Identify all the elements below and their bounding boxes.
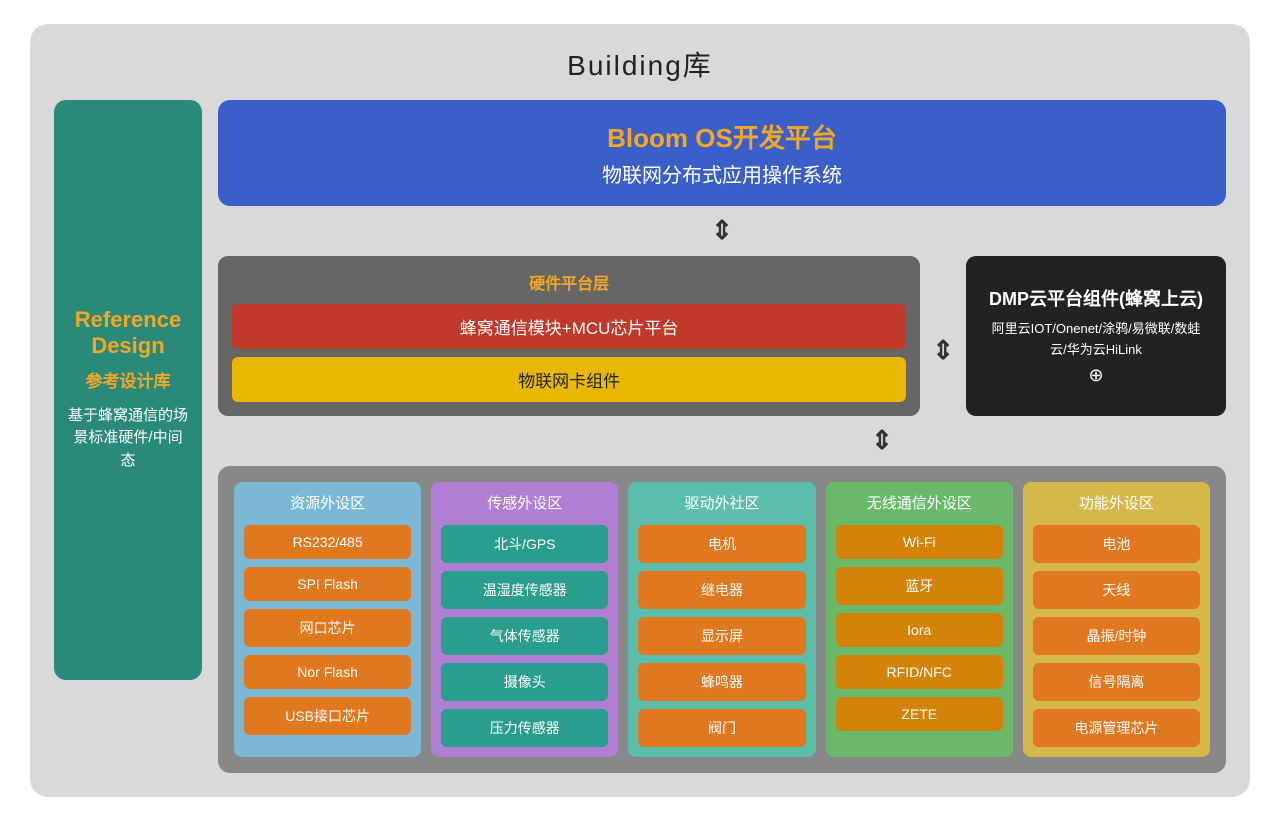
drive-item-2: 显示屏 [638,617,805,655]
sensor-header: 传感外设区 [441,492,608,513]
wireless-item-1: 蓝牙 [836,567,1003,605]
peripheral-col-wireless: 无线通信外设区 Wi-Fi 蓝牙 Iora RFID/NFC ZETE [826,482,1013,757]
sidebar-design-label: Design [91,333,164,359]
drive-item-1: 继电器 [638,571,805,609]
wireless-header: 无线通信外设区 [836,492,1003,513]
hardware-row-mcu: 蜂窝通信模块+MCU芯片平台 [232,304,906,349]
sensor-item-3: 摄像头 [441,663,608,701]
peripheral-col-function: 功能外设区 电池 天线 晶振/时钟 信号隔离 电源管理芯片 [1023,482,1210,757]
wireless-item-4: ZETE [836,697,1003,731]
left-sidebar: Reference Design 参考设计库 基于蜂窝通信的场景标准硬件/中间态 [54,100,202,680]
sensor-item-0: 北斗/GPS [441,525,608,563]
dmp-section: DMP云平台组件(蜂窝上云) 阿里云IOT/Onenet/涂鸦/易微联/数蛙云/… [966,256,1226,416]
outer-container: Building库 Reference Design 参考设计库 基于蜂窝通信的… [30,24,1250,797]
drive-item-3: 蜂鸣器 [638,663,805,701]
drive-header: 驱动外社区 [638,492,805,513]
resource-header: 资源外设区 [244,492,411,513]
resource-item-3: Nor Flash [244,655,411,689]
wireless-item-2: Iora [836,613,1003,647]
wireless-item-3: RFID/NFC [836,655,1003,689]
main-layout: Reference Design 参考设计库 基于蜂窝通信的场景标准硬件/中间态… [54,100,1226,773]
sidebar-reference-label: Reference [75,307,181,333]
connector-hardware-peripherals: ⇕ [218,428,1226,454]
dmp-subtitle: 阿里云IOT/Onenet/涂鸦/易微联/数蛙云/华为云HiLink [984,319,1208,361]
arrow-down-2: ⇕ [871,425,893,456]
sidebar-description: 基于蜂窝通信的场景标准硬件/中间态 [66,405,190,473]
connector-bloom-hardware: ⇕ [218,218,1226,244]
function-item-3: 信号隔离 [1033,663,1200,701]
function-item-1: 天线 [1033,571,1200,609]
arrow-horizontal: ⇕ [932,335,954,366]
bloom-os-subtitle: 物联网分布式应用操作系统 [238,159,1206,188]
peripherals-section: 资源外设区 RS232/485 SPI Flash 网口芯片 Nor Flash… [218,466,1226,773]
arrow-down-1: ⇕ [711,215,733,246]
sensor-item-2: 气体传感器 [441,617,608,655]
resource-item-4: USB接口芯片 [244,697,411,735]
resource-item-0: RS232/485 [244,525,411,559]
sidebar-subtitle-cn: 参考设计库 [86,369,171,395]
dmp-title: DMP云平台组件(蜂窝上云) [989,285,1203,311]
bloom-os-title: Bloom OS开发平台 [238,118,1206,155]
resource-item-2: 网口芯片 [244,609,411,647]
function-item-2: 晶振/时钟 [1033,617,1200,655]
hardware-title: 硬件平台层 [232,270,906,294]
hardware-section: 硬件平台层 蜂窝通信模块+MCU芯片平台 物联网卡组件 [218,256,920,416]
bloom-os-box: Bloom OS开发平台 物联网分布式应用操作系统 [218,100,1226,206]
drive-item-0: 电机 [638,525,805,563]
sensor-item-1: 温湿度传感器 [441,571,608,609]
arrow-hardware-dmp: ⇕ [932,256,954,416]
sidebar-subtitle-cn-text: 参考设计库 [86,372,171,391]
peripheral-col-resource: 资源外设区 RS232/485 SPI Flash 网口芯片 Nor Flash… [234,482,421,757]
middle-row: 硬件平台层 蜂窝通信模块+MCU芯片平台 物联网卡组件 ⇕ DMP云平台组件(蜂… [218,256,1226,416]
function-header: 功能外设区 [1033,492,1200,513]
wireless-item-0: Wi-Fi [836,525,1003,559]
drive-item-4: 阀门 [638,709,805,747]
right-content: Bloom OS开发平台 物联网分布式应用操作系统 ⇕ 硬件平台层 蜂窝通信模块… [218,100,1226,773]
function-item-4: 电源管理芯片 [1033,709,1200,747]
page-title: Building库 [54,44,1226,84]
sensor-item-4: 压力传感器 [441,709,608,747]
hardware-row-iot: 物联网卡组件 [232,357,906,402]
function-item-0: 电池 [1033,525,1200,563]
resource-item-1: SPI Flash [244,567,411,601]
peripheral-col-sensor: 传感外设区 北斗/GPS 温湿度传感器 气体传感器 摄像头 压力传感器 [431,482,618,757]
peripheral-col-drive: 驱动外社区 电机 继电器 显示屏 蜂鸣器 阀门 [628,482,815,757]
dmp-plus: ⊕ [1088,365,1103,386]
